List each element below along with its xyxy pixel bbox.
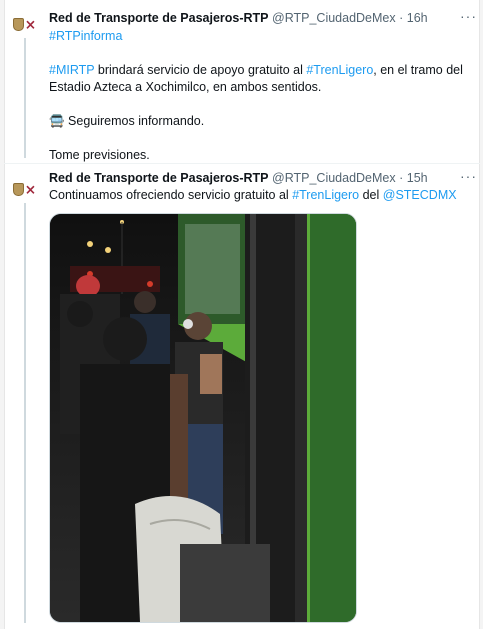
- right-edge: [479, 0, 483, 629]
- tweet-text: del: [359, 188, 383, 202]
- timeline: ⨯ Red de Transporte de Pasajeros-RTP @RT…: [0, 0, 483, 629]
- timestamp[interactable]: 15h: [407, 171, 428, 185]
- rtp-shield-logo-icon[interactable]: ⨯: [13, 14, 37, 34]
- separator-dot: ·: [399, 171, 404, 185]
- tweet-text: Seguiremos informando.: [64, 114, 205, 128]
- shield-icon: [13, 182, 24, 196]
- tweet-text: Tome previsiones.: [49, 148, 150, 162]
- tweet-photo[interactable]: [49, 213, 357, 623]
- left-edge: [0, 0, 5, 629]
- hashtag-trenligero[interactable]: #TrenLigero: [306, 63, 373, 77]
- more-options-icon[interactable]: ···: [460, 8, 477, 24]
- photo-illustration: [50, 214, 356, 622]
- more-options-icon[interactable]: ···: [460, 168, 477, 184]
- hashtag-mirtp[interactable]: #MIRTP: [49, 63, 94, 77]
- tweet-text: brindará servicio de apoyo gratuito al: [94, 63, 307, 77]
- shield-icon: [13, 17, 24, 31]
- tweet-text: Continuamos ofreciendo servicio gratuito…: [49, 188, 293, 202]
- author-handle[interactable]: @RTP_CiudadDeMex: [272, 171, 396, 185]
- hashtag-trenligero[interactable]: #TrenLigero: [292, 188, 359, 202]
- bus-emoji-icon: 🚍: [49, 114, 65, 128]
- tweet-body: Continuamos ofreciendo servicio gratuito…: [49, 187, 473, 204]
- thread-connector: [24, 38, 26, 158]
- thread-connector: [24, 203, 26, 623]
- cdmx-logo-icon: ⨯: [25, 16, 36, 32]
- tweet-divider: [4, 163, 480, 164]
- hashtag-rtpinforma[interactable]: #RTPinforma: [49, 29, 122, 43]
- author-name[interactable]: Red de Transporte de Pasajeros-RTP: [49, 11, 269, 25]
- separator-dot: ·: [399, 11, 404, 25]
- rtp-shield-logo-icon[interactable]: ⨯: [13, 179, 37, 199]
- cdmx-logo-icon: ⨯: [25, 181, 36, 197]
- author-handle[interactable]: @RTP_CiudadDeMex: [272, 11, 396, 25]
- author-name[interactable]: Red de Transporte de Pasajeros-RTP: [49, 171, 269, 185]
- tweet-header: Red de Transporte de Pasajeros-RTP @RTP_…: [49, 171, 428, 185]
- mention-stecdmx[interactable]: @STECDMX: [383, 188, 457, 202]
- tweet-body: #RTPinforma #MIRTP brindará servicio de …: [49, 28, 473, 164]
- tweet-header: Red de Transporte de Pasajeros-RTP @RTP_…: [49, 11, 428, 25]
- timestamp[interactable]: 16h: [407, 11, 428, 25]
